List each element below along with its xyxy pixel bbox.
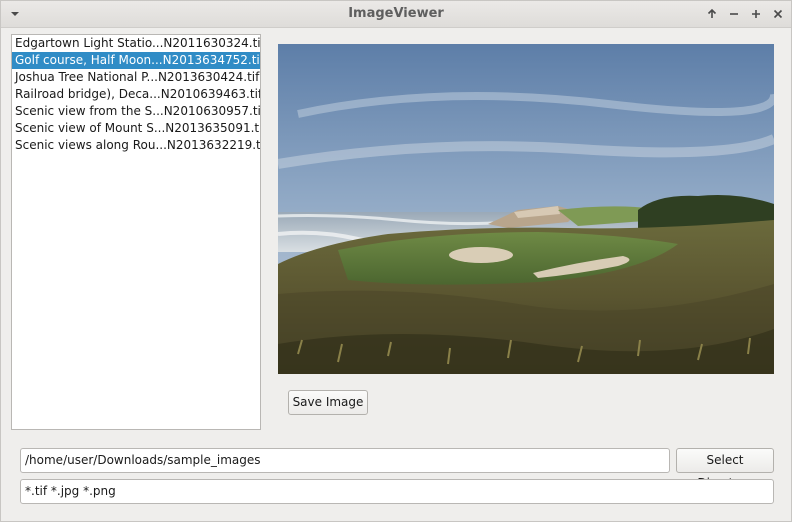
select-directory-button[interactable]: Select Directory <box>676 448 774 490</box>
list-item[interactable]: Scenic views along Rou...N2013632219.tif <box>12 137 260 154</box>
keep-above-icon[interactable] <box>704 6 720 22</box>
golf-course-landscape-image <box>278 44 774 374</box>
minimize-icon[interactable] <box>726 6 742 22</box>
maximize-icon[interactable] <box>748 6 764 22</box>
file-filter-input[interactable]: *.tif *.jpg *.png <box>20 479 774 504</box>
imageviewer-window: ImageViewer Edgartown Light Statio...N20… <box>0 0 792 522</box>
list-item[interactable]: Joshua Tree National P...N2013630424.tif <box>12 69 260 86</box>
list-item-selected[interactable]: Golf course, Half Moon...N2013634752.tif <box>12 52 260 69</box>
list-item[interactable]: Edgartown Light Statio...N2011630324.tif <box>12 35 260 52</box>
list-item[interactable]: Scenic view from the S...N2010630957.tif <box>12 103 260 120</box>
save-image-button[interactable]: Save Image <box>288 390 368 415</box>
window-title: ImageViewer <box>348 6 444 21</box>
list-item[interactable]: Railroad bridge), Deca...N2010639463.tif <box>12 86 260 103</box>
file-list[interactable]: Edgartown Light Statio...N2011630324.tif… <box>11 34 261 430</box>
directory-path-input[interactable]: /home/user/Downloads/sample_images <box>20 448 670 473</box>
close-icon[interactable] <box>770 6 786 22</box>
title-bar: ImageViewer <box>1 1 791 28</box>
list-item[interactable]: Scenic view of Mount S...N2013635091.tif <box>12 120 260 137</box>
image-preview <box>278 44 774 374</box>
